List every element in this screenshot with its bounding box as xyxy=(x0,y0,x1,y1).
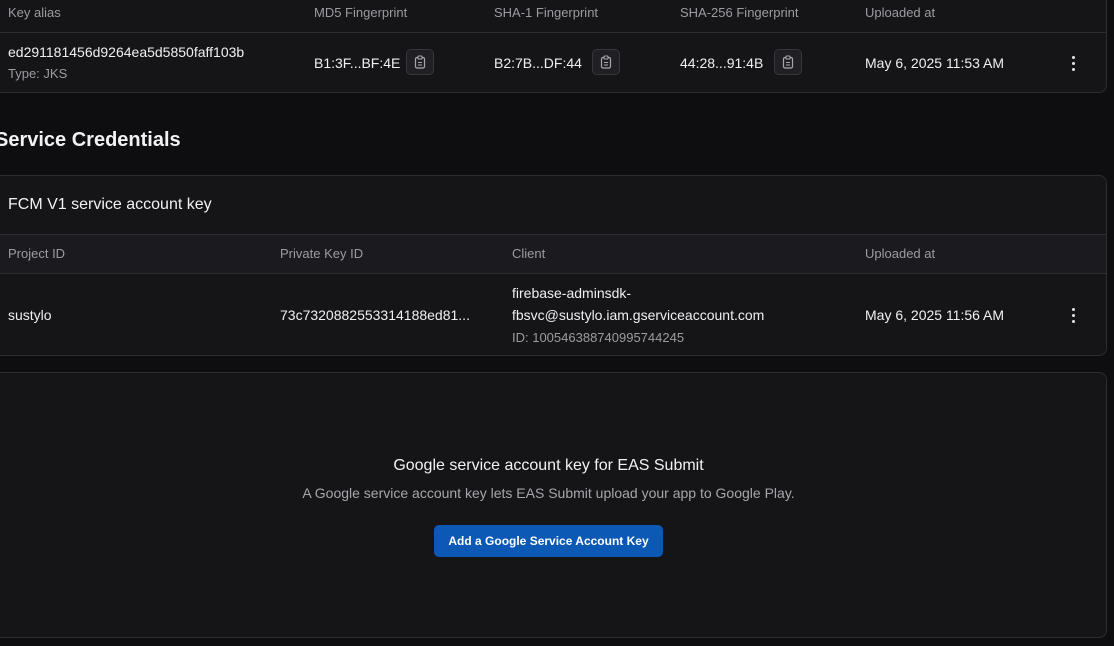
google-key-title: Google service account key for EAS Submi… xyxy=(393,457,704,474)
copy-md5-button[interactable] xyxy=(406,49,434,75)
header-private-key-id: Private Key ID xyxy=(280,246,364,261)
fcm-card-title: FCM V1 service account key xyxy=(8,196,212,213)
key-alias-value: ed291181456d9264ea5d5850faff103b xyxy=(8,44,245,60)
add-google-service-account-key-button[interactable]: Add a Google Service Account Key xyxy=(434,525,663,557)
client-id: ID: 100546388740995744245 xyxy=(512,330,685,345)
fcm-key-card: FCM V1 service account key Project ID Pr… xyxy=(0,175,1107,356)
sha256-value: 44:28...91:4B xyxy=(680,55,764,71)
fcm-more-menu-button[interactable] xyxy=(1063,303,1083,327)
key-type: Type: JKS xyxy=(8,66,68,81)
header-sha1: SHA-1 Fingerprint xyxy=(494,5,599,20)
sha1-value: B2:7B...DF:44 xyxy=(494,55,582,71)
keystore-uploaded-value: May 6, 2025 11:53 AM xyxy=(865,55,1005,71)
copy-sha256-button[interactable] xyxy=(774,49,802,75)
header-sha256: SHA-256 Fingerprint xyxy=(680,5,799,20)
header-uploaded-at: Uploaded at xyxy=(865,5,936,20)
fcm-table-header xyxy=(0,235,1106,273)
divider xyxy=(0,273,1106,274)
project-id-value: sustylo xyxy=(8,307,52,323)
more-vertical-icon xyxy=(1071,307,1075,311)
clipboard-icon xyxy=(600,55,612,69)
header-uploaded-at: Uploaded at xyxy=(865,246,936,261)
fcm-uploaded-value: May 6, 2025 11:56 AM xyxy=(865,307,1005,323)
keystore-card: Key alias MD5 Fingerprint SHA-1 Fingerpr… xyxy=(0,0,1107,93)
private-key-id-value: 73c7320882553314188ed81... xyxy=(280,307,470,323)
google-key-description: A Google service account key lets EAS Su… xyxy=(302,485,795,501)
header-key-alias: Key alias xyxy=(8,5,61,20)
client-email-line1: firebase-adminsdk- xyxy=(512,285,632,301)
copy-sha1-button[interactable] xyxy=(592,49,620,75)
client-email-line2: fbsvc@sustylo.iam.gserviceaccount.com xyxy=(512,307,765,323)
header-md5: MD5 Fingerprint xyxy=(314,5,408,20)
header-client: Client xyxy=(512,246,546,261)
more-vertical-icon xyxy=(1071,55,1075,59)
keystore-more-menu-button[interactable] xyxy=(1063,51,1083,75)
clipboard-icon xyxy=(414,55,426,69)
md5-value: B1:3F...BF:4E xyxy=(314,55,401,71)
clipboard-icon xyxy=(782,55,794,69)
divider xyxy=(0,32,1106,33)
google-key-card xyxy=(0,372,1107,638)
section-title-service-credentials: Service Credentials xyxy=(0,129,181,151)
header-project-id: Project ID xyxy=(8,246,66,261)
